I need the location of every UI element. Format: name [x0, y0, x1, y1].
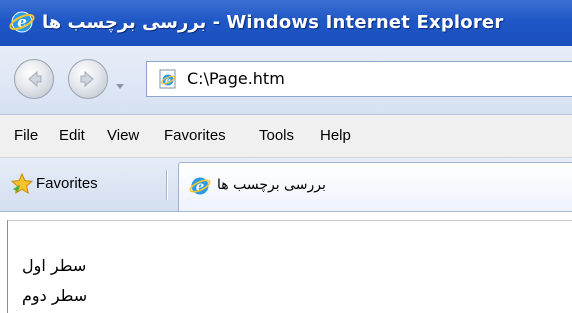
- window-title: بررسی برچسب ها - Windows Internet Explor…: [42, 12, 504, 33]
- back-arrow-icon: [28, 70, 42, 88]
- menu-favorites[interactable]: Favorites: [164, 115, 226, 157]
- favorites-button[interactable]: Favorites: [6, 166, 158, 202]
- menu-edit[interactable]: Edit: [59, 115, 85, 157]
- browser-window: e بررسی برچسب ها - Windows Internet Expl…: [0, 0, 572, 313]
- address-toolbar: e C:\Page.htm: [0, 46, 572, 115]
- address-input[interactable]: e C:\Page.htm: [146, 61, 572, 97]
- ie-logo-icon: e: [9, 9, 35, 35]
- tab-page[interactable]: e بررسی برچسب ها: [178, 162, 572, 211]
- forward-button[interactable]: [68, 59, 108, 99]
- dropdown-icon[interactable]: [115, 76, 125, 89]
- star-icon: [10, 172, 34, 196]
- title-bar: e بررسی برچسب ها - Windows Internet Expl…: [0, 0, 572, 46]
- content-line: سطر اول: [22, 256, 87, 275]
- favorites-bar: Favorites e بررسی برچسب ها: [0, 158, 572, 212]
- menu-help[interactable]: Help: [320, 115, 351, 157]
- menu-bar: File Edit View Favorites Tools Help: [0, 115, 572, 158]
- content-line: سطر دوم: [22, 286, 88, 305]
- favorites-label: Favorites: [36, 175, 98, 192]
- address-text: C:\Page.htm: [187, 69, 285, 88]
- menu-file[interactable]: File: [14, 115, 38, 157]
- page-content: سطر اول سطر دوم: [0, 212, 572, 313]
- back-button[interactable]: [14, 59, 54, 99]
- page-icon: e: [157, 68, 179, 90]
- ie-logo-icon: e: [189, 175, 211, 197]
- content-frame: [7, 220, 572, 313]
- menu-view[interactable]: View: [107, 115, 139, 157]
- tab-title: بررسی برچسب ها: [217, 177, 326, 193]
- menu-tools[interactable]: Tools: [259, 115, 294, 157]
- toolbar-separator: [166, 170, 167, 200]
- forward-arrow-icon: [80, 70, 94, 88]
